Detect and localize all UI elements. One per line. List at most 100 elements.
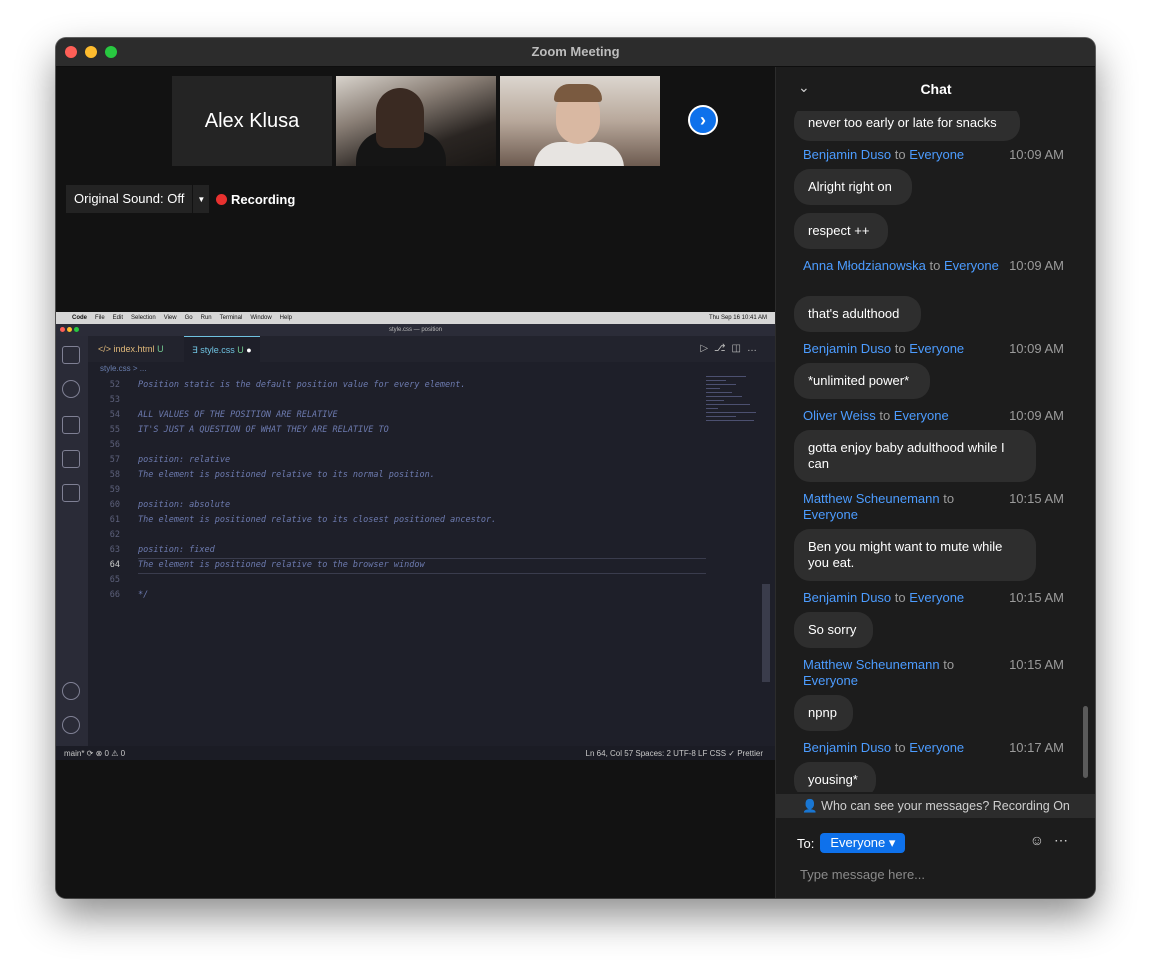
to-word: to [939, 491, 955, 506]
source-control-icon [62, 416, 80, 434]
more-icon[interactable]: ⋯ [1054, 832, 1078, 848]
sender-name[interactable]: Benjamin Duso [803, 341, 891, 356]
line-number: 57 [109, 455, 120, 465]
emoji-icon[interactable]: ☺ [1030, 832, 1054, 848]
vscode-statusbar: main* ⟳ ⊗ 0 ⚠ 0 Ln 64, Col 57 Spaces: 2 … [56, 746, 775, 760]
tab-index-html: </> index.html U [90, 336, 172, 362]
minimap [706, 376, 766, 446]
sender-name[interactable]: Benjamin Duso [803, 590, 891, 605]
sender-name[interactable]: Benjamin Duso [803, 740, 891, 755]
message-visibility-notice[interactable]: 👤 Who can see your messages? Recording O… [776, 794, 1095, 818]
line-number: 54 [109, 410, 120, 420]
message-time: 10:09 AM [1009, 258, 1064, 273]
line-number: 52 [109, 380, 120, 390]
code-line: position: absolute [138, 500, 231, 510]
sender-name[interactable]: Anna Młodzianowska [803, 258, 926, 273]
recording-dot-icon [216, 194, 227, 205]
vscode-min-dot [67, 327, 72, 332]
chat-actions: ☺⋯ [1030, 832, 1078, 849]
editor-actions: ▷⎇◫… [700, 343, 763, 354]
meeting-area: Alex Klusa › Original Sound: Off ▼ Recor… [56, 67, 775, 898]
message-sender-line: Benjamin Duso to Everyone [803, 147, 1003, 163]
html-file-icon: </> [98, 344, 114, 354]
chevron-right-icon: › [700, 109, 706, 130]
next-page-button[interactable]: › [688, 105, 718, 135]
extensions-icon [62, 484, 80, 502]
settings-gear-icon [62, 716, 80, 734]
explorer-icon [62, 346, 80, 364]
message-bubble: that's adulthood [794, 296, 921, 332]
caret-down-icon[interactable]: ▼ [192, 185, 209, 213]
line-number: 58 [109, 470, 120, 480]
code-line: The element is positioned relative to it… [138, 515, 497, 525]
unsaved-dot-icon: ● [246, 345, 252, 355]
message-sender-line: Oliver Weiss to Everyone [803, 408, 1003, 424]
recipient-name: Everyone [909, 590, 965, 605]
message-bubble: Ben you might want to mute while you eat… [794, 529, 1036, 581]
menubar-help: Help [279, 315, 293, 321]
code-line: The element is positioned relative to it… [138, 470, 435, 480]
chat-header: ⌄ Chat [776, 67, 1095, 111]
code-line: */ [138, 590, 149, 600]
to-label: To: [797, 835, 815, 851]
to-word: to [875, 408, 894, 423]
recipient-name: Everyone [893, 408, 949, 423]
to-word: to [891, 147, 910, 162]
sender-name[interactable]: Oliver Weiss [803, 408, 876, 423]
status-right: Ln 64, Col 57 Spaces: 2 UTF-8 LF CSS ✓ P… [585, 749, 763, 758]
recipient-name: Everyone [803, 673, 858, 688]
message-bubble: *unlimited power* [794, 363, 930, 399]
recipient-dropdown[interactable]: Everyone ▾ [820, 833, 906, 853]
original-sound-label[interactable]: Original Sound: Off [66, 185, 192, 213]
menubar-app: Code [72, 315, 87, 321]
search-icon [62, 380, 80, 398]
chat-scrollbar[interactable] [1083, 706, 1088, 778]
participant-video-1[interactable] [336, 76, 496, 166]
sender-name[interactable]: Benjamin Duso [803, 147, 891, 162]
to-word: to [891, 341, 910, 356]
status-left: main* ⟳ ⊗ 0 ⚠ 0 [64, 749, 126, 758]
window-title: Zoom Meeting [531, 44, 620, 59]
video-figure-head [376, 88, 424, 148]
message-sender-line: Anna Młodzianowska to Everyone [803, 258, 1003, 274]
menubar-view: View [163, 315, 177, 321]
editor-scrollbar [762, 584, 770, 682]
participant-tile-name[interactable]: Alex Klusa [172, 76, 332, 166]
line-number: 56 [109, 440, 120, 450]
message-time: 10:15 AM [1009, 657, 1064, 672]
tab-label: style.css [200, 345, 235, 355]
line-number: 53 [109, 395, 120, 405]
message-bubble: never too early or late for snacks [794, 111, 1020, 141]
message-bubble: yousing* [794, 762, 876, 792]
title-bar: Zoom Meeting [56, 38, 1095, 67]
recording-label: Recording [231, 192, 296, 207]
message-time: 10:17 AM [1009, 740, 1064, 755]
line-number: 61 [109, 515, 120, 525]
editor-tabs: </> index.html U ∃ style.css U ● ▷⎇◫… [88, 336, 775, 363]
tab-style-css: ∃ style.css U ● [184, 336, 260, 363]
code-editor: 52 Position static is the default positio… [88, 372, 738, 742]
menubar-window: Window [250, 315, 272, 321]
to-word: to [891, 740, 910, 755]
menubar-go: Go [184, 315, 193, 321]
line-number: 66 [109, 590, 120, 600]
line-number: 62 [109, 530, 120, 540]
shared-screen[interactable]: Code File Edit Selection View Go Run Ter… [56, 312, 775, 760]
sender-name[interactable]: Matthew Scheunemann [803, 657, 940, 672]
run-debug-icon [62, 450, 80, 468]
menubar-run: Run [200, 315, 212, 321]
original-sound-control[interactable]: Original Sound: Off ▼ [66, 185, 210, 213]
message-time: 10:09 AM [1009, 408, 1064, 423]
message-input[interactable] [798, 862, 1072, 886]
notice-text: Who can see your messages? Recording On [821, 799, 1070, 813]
vscode-title: style.css — position [388, 327, 443, 333]
sender-name[interactable]: Matthew Scheunemann [803, 491, 940, 506]
to-word: to [891, 590, 910, 605]
message-time: 10:09 AM [1009, 147, 1064, 162]
chat-messages[interactable]: never too early or late for snacks Benja… [776, 111, 1095, 792]
code-line: IT'S JUST A QUESTION OF WHAT THEY ARE RE… [138, 425, 389, 435]
video-figure [534, 142, 624, 166]
participant-video-2[interactable] [500, 76, 660, 166]
line-number: 65 [109, 575, 120, 585]
message-sender-line: Benjamin Duso to Everyone [803, 341, 1003, 357]
